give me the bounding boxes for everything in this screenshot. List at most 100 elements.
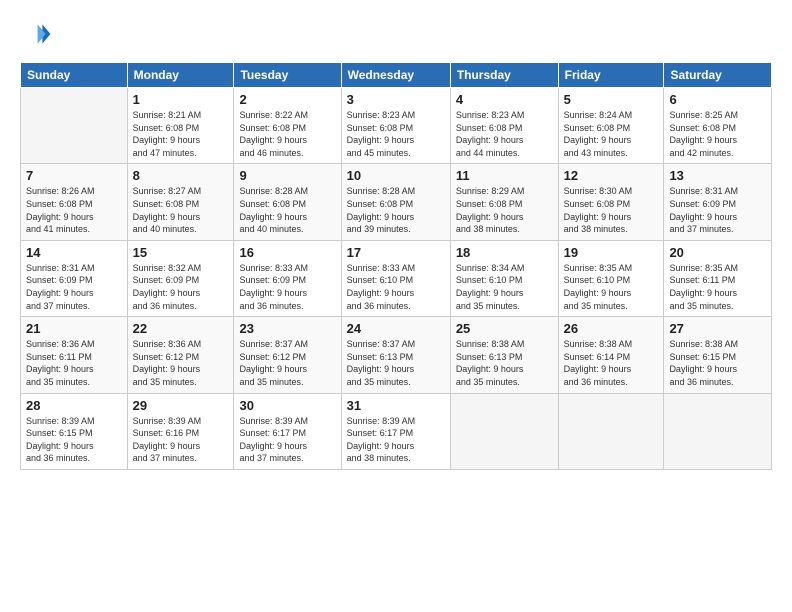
weekday-header: Friday (558, 63, 664, 88)
calendar-cell: 8Sunrise: 8:27 AM Sunset: 6:08 PM Daylig… (127, 164, 234, 240)
day-number: 11 (456, 168, 553, 183)
day-info: Sunrise: 8:30 AM Sunset: 6:08 PM Dayligh… (564, 185, 659, 235)
calendar-cell: 6 Sunrise: 8:25 AM Sunset: 6:08 PM Daylig… (664, 88, 772, 164)
day-number: 6 (669, 92, 766, 107)
day-number: 30 (239, 398, 335, 413)
day-number: 19 (564, 245, 659, 260)
day-number: 31 (347, 398, 445, 413)
day-number: 14 (26, 245, 122, 260)
calendar-cell: 7 Sunrise: 8:26 AM Sunset: 6:08 PM Daylig… (21, 164, 128, 240)
calendar-cell: 18Sunrise: 8:34 AM Sunset: 6:10 PM Dayli… (450, 240, 558, 316)
calendar-cell: 4Sunrise: 8:23 AM Sunset: 6:08 PM Daylig… (450, 88, 558, 164)
day-number: 16 (239, 245, 335, 260)
day-info: Sunrise: 8:28 AM Sunset: 6:08 PM Dayligh… (239, 185, 335, 235)
day-info: Sunrise: 8:21 AM Sunset: 6:08 PM Dayligh… (133, 109, 229, 159)
calendar-cell: 29 Sunrise: 8:39 AM Sunset: 6:16 PM Dayli… (127, 393, 234, 469)
day-number: 17 (347, 245, 445, 260)
calendar-cell: 2Sunrise: 8:22 AM Sunset: 6:08 PM Daylig… (234, 88, 341, 164)
calendar-cell: 28 Sunrise: 8:39 AM Sunset: 6:15 PM Dayli… (21, 393, 128, 469)
calendar-cell (558, 393, 664, 469)
day-info: Sunrise: 8:25 AM Sunset: 6:08 PM Dayligh… (669, 109, 766, 159)
day-number: 2 (239, 92, 335, 107)
day-info: Sunrise: 8:33 AM Sunset: 6:09 PM Dayligh… (239, 262, 335, 312)
calendar-cell: 17 Sunrise: 8:33 AM Sunset: 6:10 PM Dayli… (341, 240, 450, 316)
day-number: 25 (456, 321, 553, 336)
day-info: Sunrise: 8:29 AM Sunset: 6:08 PM Dayligh… (456, 185, 553, 235)
calendar-cell: 14 Sunrise: 8:31 AM Sunset: 6:09 PM Dayli… (21, 240, 128, 316)
day-info: Sunrise: 8:23 AM Sunset: 6:08 PM Dayligh… (347, 109, 445, 159)
day-info: Sunrise: 8:24 AM Sunset: 6:08 PM Dayligh… (564, 109, 659, 159)
day-number: 1 (133, 92, 229, 107)
weekday-header: Saturday (664, 63, 772, 88)
calendar-cell: 15 Sunrise: 8:32 AM Sunset: 6:09 PM Dayli… (127, 240, 234, 316)
calendar-cell (664, 393, 772, 469)
day-number: 9 (239, 168, 335, 183)
day-number: 23 (239, 321, 335, 336)
calendar-cell: 19 Sunrise: 8:35 AM Sunset: 6:10 PM Dayli… (558, 240, 664, 316)
calendar-week-row: 1 Sunrise: 8:21 AM Sunset: 6:08 PM Daylig… (21, 88, 772, 164)
page: SundayMondayTuesdayWednesdayThursdayFrid… (0, 0, 792, 612)
calendar-cell: 25 Sunrise: 8:38 AM Sunset: 6:13 PM Dayli… (450, 317, 558, 393)
calendar-cell: 11 Sunrise: 8:29 AM Sunset: 6:08 PM Dayli… (450, 164, 558, 240)
day-info: Sunrise: 8:27 AM Sunset: 6:08 PM Dayligh… (133, 185, 229, 235)
weekday-header: Wednesday (341, 63, 450, 88)
calendar-cell: 1 Sunrise: 8:21 AM Sunset: 6:08 PM Daylig… (127, 88, 234, 164)
calendar-cell: 24 Sunrise: 8:37 AM Sunset: 6:13 PM Dayli… (341, 317, 450, 393)
day-number: 7 (26, 168, 122, 183)
weekday-header: Monday (127, 63, 234, 88)
calendar-cell: 5 Sunrise: 8:24 AM Sunset: 6:08 PM Daylig… (558, 88, 664, 164)
header (20, 18, 772, 50)
day-info: Sunrise: 8:33 AM Sunset: 6:10 PM Dayligh… (347, 262, 445, 312)
day-info: Sunrise: 8:23 AM Sunset: 6:08 PM Dayligh… (456, 109, 553, 159)
calendar-table: SundayMondayTuesdayWednesdayThursdayFrid… (20, 62, 772, 470)
day-info: Sunrise: 8:37 AM Sunset: 6:13 PM Dayligh… (347, 338, 445, 388)
day-info: Sunrise: 8:35 AM Sunset: 6:10 PM Dayligh… (564, 262, 659, 312)
day-info: Sunrise: 8:31 AM Sunset: 6:09 PM Dayligh… (26, 262, 122, 312)
day-info: Sunrise: 8:38 AM Sunset: 6:13 PM Dayligh… (456, 338, 553, 388)
day-number: 18 (456, 245, 553, 260)
day-info: Sunrise: 8:38 AM Sunset: 6:15 PM Dayligh… (669, 338, 766, 388)
day-number: 22 (133, 321, 229, 336)
day-info: Sunrise: 8:32 AM Sunset: 6:09 PM Dayligh… (133, 262, 229, 312)
day-number: 15 (133, 245, 229, 260)
calendar-cell (21, 88, 128, 164)
day-number: 20 (669, 245, 766, 260)
day-number: 3 (347, 92, 445, 107)
weekday-header: Sunday (21, 63, 128, 88)
calendar-cell: 31 Sunrise: 8:39 AM Sunset: 6:17 PM Dayli… (341, 393, 450, 469)
day-number: 5 (564, 92, 659, 107)
day-info: Sunrise: 8:39 AM Sunset: 6:17 PM Dayligh… (239, 415, 335, 465)
calendar-cell: 20Sunrise: 8:35 AM Sunset: 6:11 PM Dayli… (664, 240, 772, 316)
calendar-cell: 9 Sunrise: 8:28 AM Sunset: 6:08 PM Daylig… (234, 164, 341, 240)
weekday-header: Tuesday (234, 63, 341, 88)
day-info: Sunrise: 8:26 AM Sunset: 6:08 PM Dayligh… (26, 185, 122, 235)
logo (20, 18, 56, 50)
day-info: Sunrise: 8:39 AM Sunset: 6:15 PM Dayligh… (26, 415, 122, 465)
calendar-cell: 12 Sunrise: 8:30 AM Sunset: 6:08 PM Dayli… (558, 164, 664, 240)
day-number: 10 (347, 168, 445, 183)
calendar-cell: 10Sunrise: 8:28 AM Sunset: 6:08 PM Dayli… (341, 164, 450, 240)
calendar-cell (450, 393, 558, 469)
calendar-cell: 13Sunrise: 8:31 AM Sunset: 6:09 PM Dayli… (664, 164, 772, 240)
day-number: 29 (133, 398, 229, 413)
calendar-cell: 3 Sunrise: 8:23 AM Sunset: 6:08 PM Daylig… (341, 88, 450, 164)
calendar-header-row: SundayMondayTuesdayWednesdayThursdayFrid… (21, 63, 772, 88)
day-number: 27 (669, 321, 766, 336)
day-number: 26 (564, 321, 659, 336)
day-info: Sunrise: 8:37 AM Sunset: 6:12 PM Dayligh… (239, 338, 335, 388)
calendar-cell: 27 Sunrise: 8:38 AM Sunset: 6:15 PM Dayli… (664, 317, 772, 393)
calendar-cell: 22 Sunrise: 8:36 AM Sunset: 6:12 PM Dayli… (127, 317, 234, 393)
day-number: 12 (564, 168, 659, 183)
calendar-cell: 26 Sunrise: 8:38 AM Sunset: 6:14 PM Dayli… (558, 317, 664, 393)
day-number: 21 (26, 321, 122, 336)
calendar-cell: 30 Sunrise: 8:39 AM Sunset: 6:17 PM Dayli… (234, 393, 341, 469)
day-info: Sunrise: 8:39 AM Sunset: 6:16 PM Dayligh… (133, 415, 229, 465)
calendar-cell: 21Sunrise: 8:36 AM Sunset: 6:11 PM Dayli… (21, 317, 128, 393)
day-number: 28 (26, 398, 122, 413)
day-number: 13 (669, 168, 766, 183)
calendar-week-row: 14 Sunrise: 8:31 AM Sunset: 6:09 PM Dayli… (21, 240, 772, 316)
day-info: Sunrise: 8:39 AM Sunset: 6:17 PM Dayligh… (347, 415, 445, 465)
day-number: 24 (347, 321, 445, 336)
day-info: Sunrise: 8:36 AM Sunset: 6:12 PM Dayligh… (133, 338, 229, 388)
day-info: Sunrise: 8:38 AM Sunset: 6:14 PM Dayligh… (564, 338, 659, 388)
